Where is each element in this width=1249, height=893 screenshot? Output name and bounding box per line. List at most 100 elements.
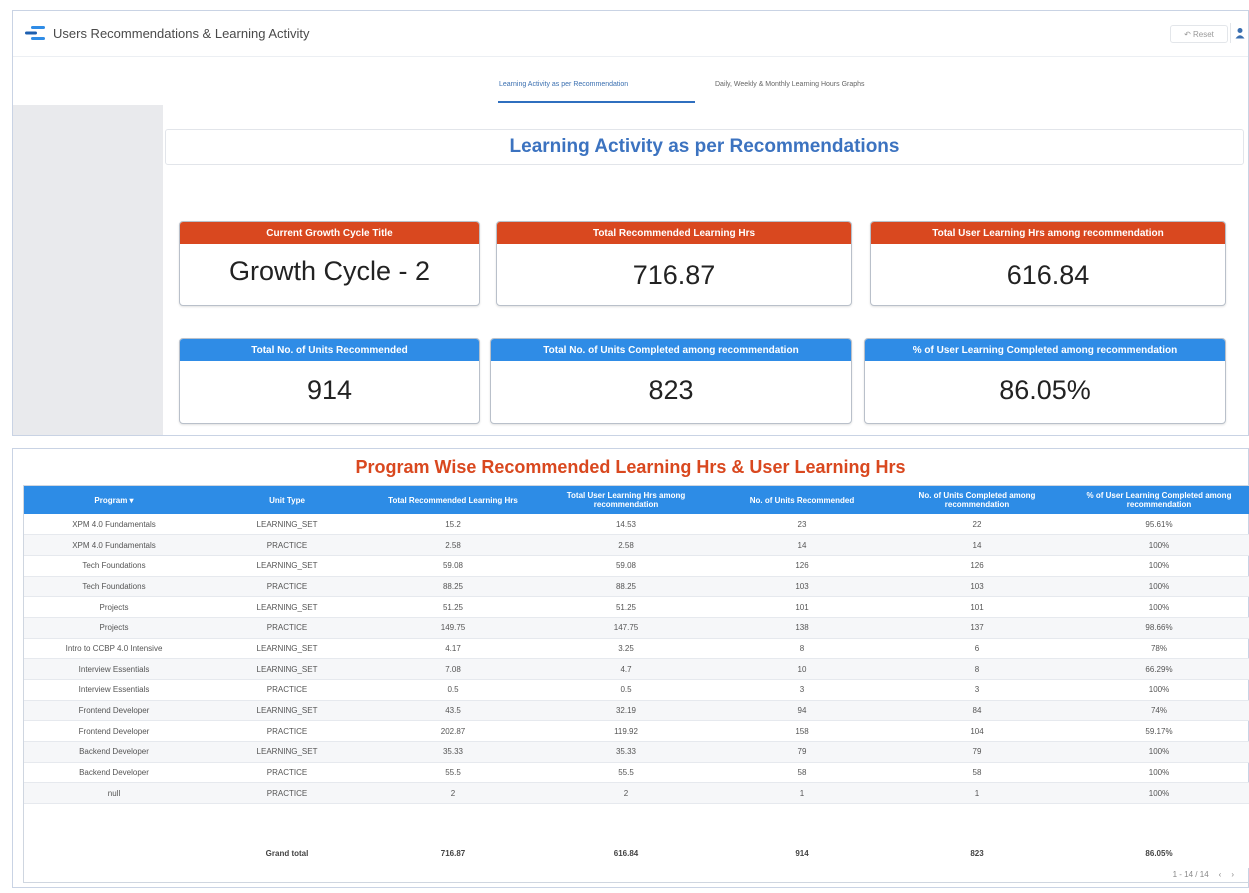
kpi-value: 86.05%	[999, 375, 1091, 405]
kpi-label: Total User Learning Hrs among recommenda…	[871, 222, 1225, 244]
cell-recommended-hrs: 88.25	[370, 576, 536, 598]
report-frame: Users Recommendations & Learning Activit…	[12, 10, 1249, 436]
tab-learning-activity[interactable]: Learning Activity as per Recommendation	[499, 81, 628, 88]
table-row: Backend Developer PRACTICE 55.5 55.5 58 58 100…	[24, 762, 1249, 784]
cell-program: null	[24, 782, 204, 805]
cell-units-recommended: 23	[716, 514, 888, 536]
tab-learning-hours-graphs[interactable]: Daily, Weekly & Monthly Learning Hours G…	[715, 81, 865, 88]
cell-completion-pct: 98.66%	[1066, 617, 1249, 639]
total-cell-completion-pct: 86.05%	[1066, 839, 1249, 868]
program-table: Program ▾ Unit Type Total Recommended Le…	[24, 486, 1249, 868]
cell-program: Frontend Developer	[24, 720, 204, 743]
cell-units-recommended: 101	[716, 596, 888, 618]
total-cell-units-completed: 823	[888, 839, 1066, 868]
page-tabs: Learning Activity as per Recommendation …	[13, 57, 1248, 105]
left-rail	[13, 105, 163, 435]
cell-user-hrs: 51.25	[536, 596, 716, 618]
table-wrapper: Program ▾ Unit Type Total Recommended Le…	[23, 485, 1249, 883]
kpi-value: 914	[306, 375, 353, 405]
cell-units-recommended: 103	[716, 576, 888, 598]
cell-units-recommended: 3	[716, 679, 888, 701]
cell-recommended-hrs: 15.2	[370, 514, 536, 536]
cell-user-hrs: 14.53	[536, 514, 716, 536]
table-row: Interview Essentials PRACTICE 0.5 0.5 3 3 100%	[24, 679, 1249, 701]
active-tab-indicator	[498, 101, 695, 103]
table-row: Projects LEARNING_SET 51.25 51.25 101 101 100%	[24, 596, 1249, 618]
cell-units-recommended: 94	[716, 700, 888, 722]
cell-units-completed: 58	[888, 762, 1066, 784]
cell-user-hrs: 32.19	[536, 700, 716, 722]
cell-recommended-hrs: 2	[370, 782, 536, 805]
table-row: Frontend Developer PRACTICE 202.87 119.92 15…	[24, 720, 1249, 743]
kpi-label: Current Growth Cycle Title	[180, 222, 479, 244]
cell-recommended-hrs: 59.08	[370, 555, 536, 577]
cell-completion-pct: 100%	[1066, 782, 1249, 805]
cell-unit-type: PRACTICE	[204, 617, 370, 639]
cell-unit-type: LEARNING_SET	[204, 741, 370, 763]
cell-program: Backend Developer	[24, 741, 204, 763]
cell-units-recommended: 14	[716, 534, 888, 556]
cell-completion-pct: 59.17%	[1066, 720, 1249, 743]
cell-units-recommended: 138	[716, 617, 888, 639]
cell-completion-pct: 100%	[1066, 741, 1249, 763]
cell-units-completed: 3	[888, 679, 1066, 701]
column-header-units-completed[interactable]: No. of Units Completed among recommendat…	[888, 486, 1066, 514]
cell-recommended-hrs: 4.17	[370, 638, 536, 660]
total-cell-unit-type: Grand total	[204, 839, 370, 868]
column-header-recommended-hrs[interactable]: Total Recommended Learning Hrs	[370, 486, 536, 514]
table-row: Tech Foundations LEARNING_SET 59.08 59.08 12…	[24, 555, 1249, 577]
cell-unit-type: PRACTICE	[204, 534, 370, 556]
total-cell-recommended-hrs: 716.87	[370, 839, 536, 868]
total-cell-user-hrs: 616.84	[536, 839, 716, 868]
table-row: Frontend Developer LEARNING_SET 43.5 32.19 9…	[24, 700, 1249, 722]
table-pager: 1 - 14 / 14 ‹ ›	[1173, 870, 1234, 879]
table-row: Backend Developer LEARNING_SET 35.33 35.33 7…	[24, 741, 1249, 763]
table-title: Program Wise Recommended Learning Hrs & …	[355, 457, 906, 477]
cell-recommended-hrs: 0.5	[370, 679, 536, 701]
prev-page-icon[interactable]: ‹	[1219, 870, 1222, 879]
kpi-value: 823	[648, 375, 694, 405]
cell-units-completed: 104	[888, 720, 1066, 743]
cell-units-completed: 1	[888, 782, 1066, 805]
cell-completion-pct: 100%	[1066, 555, 1249, 577]
program-table-card: Program Wise Recommended Learning Hrs & …	[12, 448, 1249, 888]
cell-program: Tech Foundations	[24, 555, 204, 577]
column-header-units-recommended[interactable]: No. of Units Recommended	[716, 486, 888, 514]
section-title: Learning Activity as per Recommendations	[509, 136, 900, 157]
table-header-row: Program ▾ Unit Type Total Recommended Le…	[24, 486, 1249, 514]
cell-recommended-hrs: 55.5	[370, 762, 536, 784]
cell-completion-pct: 74%	[1066, 700, 1249, 722]
report-canvas: Learning Activity as per Recommendations…	[13, 105, 1248, 435]
kpi-value: 716.87	[632, 260, 716, 290]
kpi-units-recommended: Total No. of Units Recommended 914	[179, 338, 480, 424]
cell-unit-type: LEARNING_SET	[204, 596, 370, 618]
cell-units-completed: 22	[888, 514, 1066, 536]
cell-user-hrs: 147.75	[536, 617, 716, 639]
cell-units-completed: 8	[888, 658, 1066, 680]
reset-button[interactable]: ↶ Reset	[1170, 25, 1228, 43]
kpi-label: Total Recommended Learning Hrs	[497, 222, 851, 244]
cell-completion-pct: 100%	[1066, 534, 1249, 556]
column-header-user-hrs[interactable]: Total User Learning Hrs among recommenda…	[536, 486, 716, 514]
cell-recommended-hrs: 35.33	[370, 741, 536, 763]
person-icon[interactable]	[1230, 23, 1248, 43]
cell-program: Tech Foundations	[24, 576, 204, 598]
section-title-box: Learning Activity as per Recommendations	[165, 129, 1244, 165]
cell-units-completed: 79	[888, 741, 1066, 763]
kpi-label: % of User Learning Completed among recom…	[865, 339, 1225, 361]
kpi-units-completed: Total No. of Units Completed among recom…	[490, 338, 852, 424]
cell-unit-type: LEARNING_SET	[204, 514, 370, 536]
column-header-completion-pct[interactable]: % of User Learning Completed among recom…	[1066, 486, 1249, 514]
column-header-program[interactable]: Program ▾	[24, 486, 204, 514]
kpi-value: Growth Cycle - 2	[228, 256, 431, 286]
cell-user-hrs: 35.33	[536, 741, 716, 763]
table-row: Intro to CCBP 4.0 Intensive LEARNING_SET 4…	[24, 638, 1249, 660]
cell-units-recommended: 58	[716, 762, 888, 784]
cell-user-hrs: 2.58	[536, 534, 716, 556]
next-page-icon[interactable]: ›	[1231, 870, 1234, 879]
column-header-unit-type[interactable]: Unit Type	[204, 486, 370, 514]
cell-unit-type: PRACTICE	[204, 679, 370, 701]
report-logo-icon	[25, 26, 45, 40]
kpi-total-recommended-hrs: Total Recommended Learning Hrs 716.87	[496, 221, 852, 306]
kpi-total-user-hrs: Total User Learning Hrs among recommenda…	[870, 221, 1226, 306]
